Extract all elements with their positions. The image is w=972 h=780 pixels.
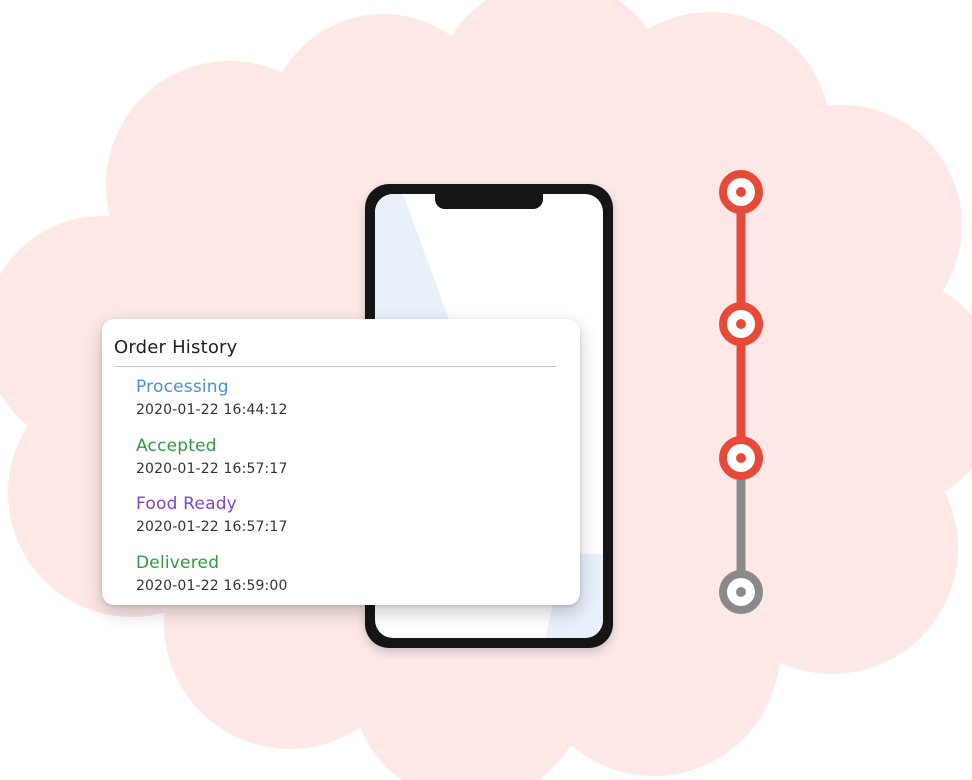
history-timestamp-accepted: 2020-01-22 16:57:17 <box>136 460 288 477</box>
title-divider <box>114 366 556 367</box>
order-history-card: Order History Processing 2020-01-22 16:4… <box>102 319 580 605</box>
screen-reflection-top <box>375 194 453 330</box>
delivery-progress-timeline <box>719 170 763 614</box>
order-history-title: Order History <box>114 337 238 358</box>
timeline-step-4-status-dot-icon <box>719 570 763 614</box>
history-item-delivered: Delivered 2020-01-22 16:59:00 <box>136 553 556 612</box>
history-status-food-ready: Food Ready <box>136 494 237 514</box>
history-status-processing: Processing <box>136 377 229 397</box>
history-status-accepted: Accepted <box>136 435 217 456</box>
timeline-step-2-status-dot-icon <box>719 302 763 346</box>
timeline-step-3-status-dot-icon <box>719 436 763 480</box>
history-timestamp-processing: 2020-01-22 16:44:12 <box>136 402 288 418</box>
history-timestamp-food-ready: 2020-01-22 16:57:17 <box>136 519 288 535</box>
history-item-accepted: Accepted 2020-01-22 16:57:17 <box>136 436 556 495</box>
history-status-delivered: Delivered <box>136 552 220 573</box>
timeline-step-1-status-dot-icon <box>719 170 763 214</box>
order-history-list: Processing 2020-01-22 16:44:12 Accepted … <box>114 377 556 611</box>
history-item-processing: Processing 2020-01-22 16:44:12 <box>136 377 556 436</box>
order-tracking-illustration: Order History Processing 2020-01-22 16:4… <box>0 0 972 780</box>
phone-notch <box>435 184 543 209</box>
history-timestamp-delivered: 2020-01-22 16:59:00 <box>136 577 288 594</box>
history-item-food-ready: Food Ready 2020-01-22 16:57:17 <box>136 494 556 553</box>
